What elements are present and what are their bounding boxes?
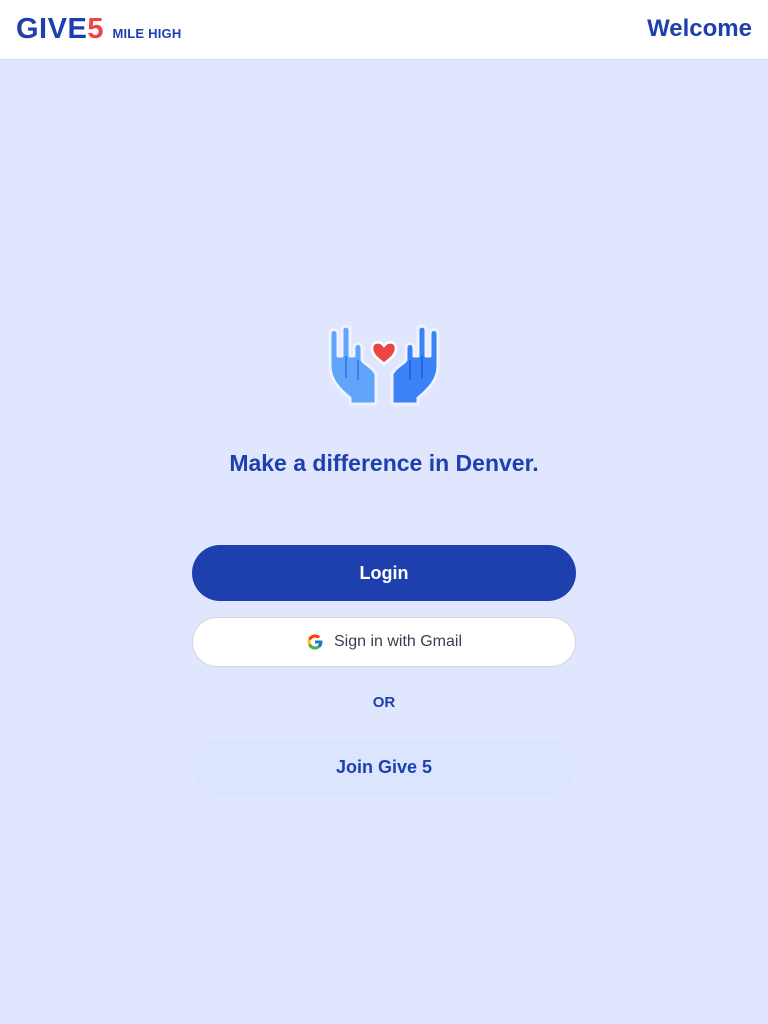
hands-heart-icon [328,324,440,406]
brand-give-text: GIVE [16,13,88,45]
sign-in-gmail-label: Sign in with Gmail [333,633,463,650]
brand-five-text: 5 [87,13,104,45]
brand-subtitle: MILE HIGH [112,26,182,41]
or-divider: OR [372,694,396,711]
tagline: Make a difference in Denver. [229,450,539,476]
login-button[interactable]: Login [192,545,576,601]
google-icon [307,634,323,650]
app-header: GIVE 5 MILE HIGH Welcome [0,0,768,60]
brand-logo[interactable]: GIVE 5 MILE HIGH [16,13,181,46]
join-button[interactable]: Join Give 5 [192,739,576,795]
page-title: Welcome [647,15,752,42]
sign-in-gmail-button[interactable]: Sign in with Gmail [192,617,576,667]
